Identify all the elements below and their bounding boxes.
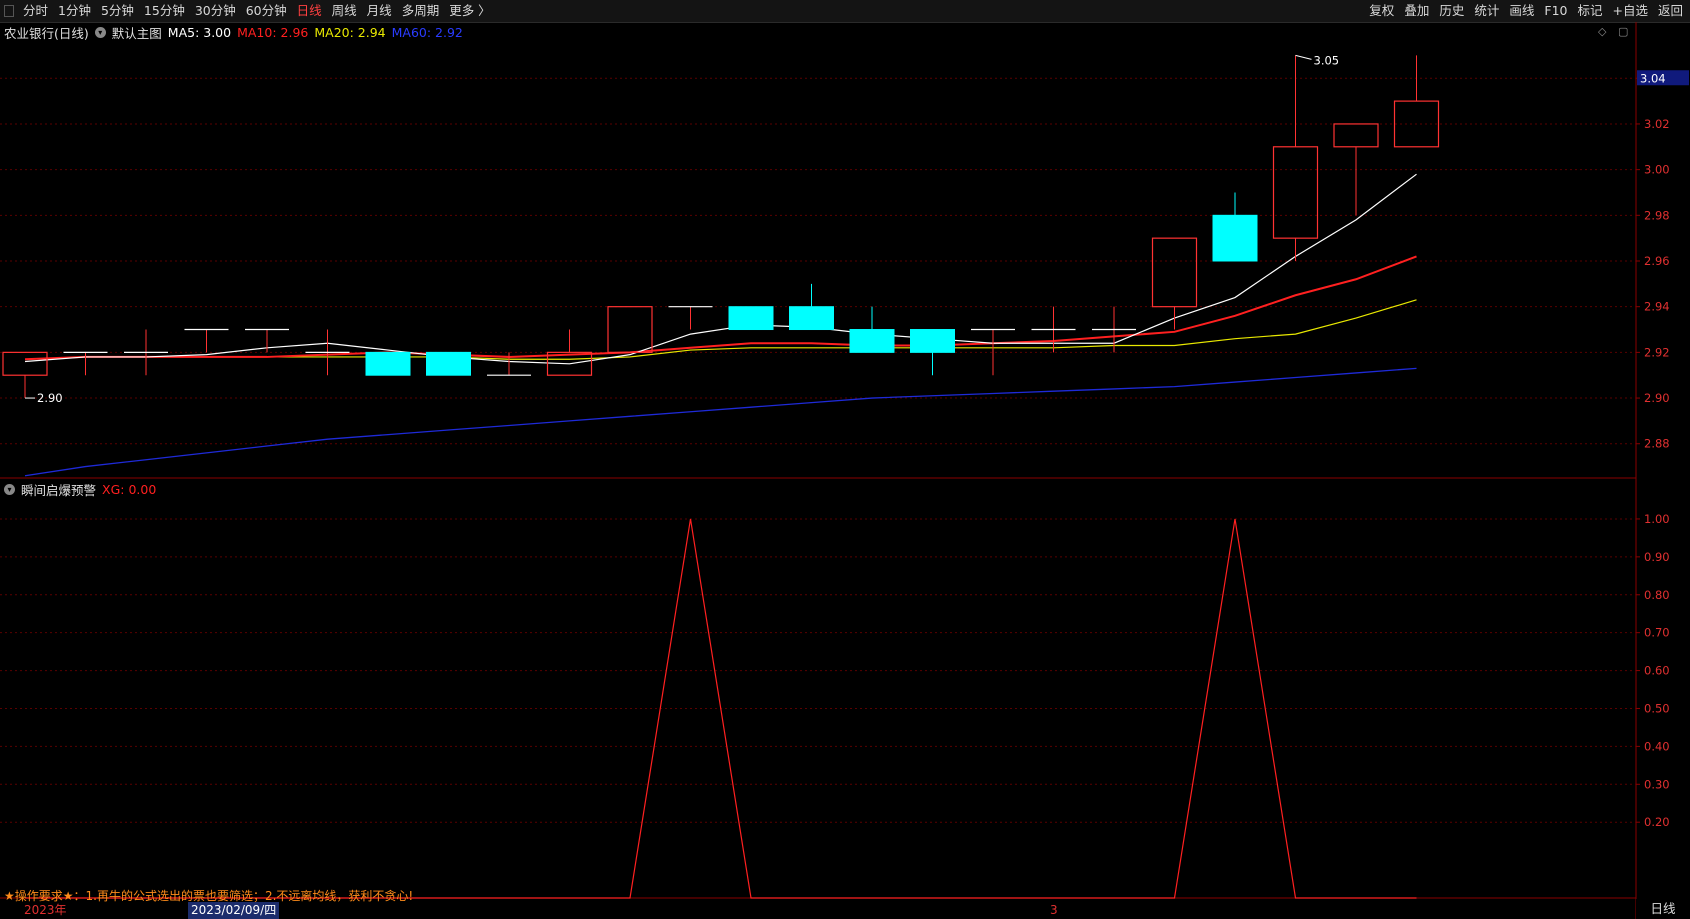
panel-controls: ◇ ▢ <box>1598 25 1628 38</box>
signal-tick-label: 0.50 <box>1644 701 1670 715</box>
signal-tick-label: 0.20 <box>1644 815 1670 829</box>
price-tick-label: 2.98 <box>1644 208 1670 222</box>
signal-line <box>25 518 1417 899</box>
price-tick-label: 2.88 <box>1644 437 1670 451</box>
date-month: 3 <box>1050 903 1058 917</box>
signal-tick-label: 0.40 <box>1644 739 1670 753</box>
stock-chart[interactable]: 3.04 3.02 3.00 2.98 2.96 2.94 2.92 2.90 2.88 1.00… <box>0 0 1690 919</box>
signal-tick-label: 0.70 <box>1644 626 1670 640</box>
price-tick-label: 2.94 <box>1644 300 1670 314</box>
indicator-name[interactable]: 瞬间启爆预警 <box>21 480 96 499</box>
signal-tick-label: 0.60 <box>1644 664 1670 678</box>
signal-tick-label: 1.00 <box>1644 512 1670 526</box>
ma5-line <box>24 173 1417 365</box>
signal-tick-label: 0.80 <box>1644 588 1670 602</box>
ma5-value: MA5: 3.00 <box>167 24 232 40</box>
price-tick-label: 2.92 <box>1644 345 1670 359</box>
ma60-line <box>24 367 1417 477</box>
candle-up <box>1272 146 1319 239</box>
candle-up <box>1333 123 1379 148</box>
indicator-dropdown-icon[interactable]: ▾ <box>4 483 15 495</box>
indicator-panel-header: ▾ 瞬间启爆预警 XG: 0.00 <box>4 480 162 498</box>
price-tick-label: 3.02 <box>1644 117 1670 131</box>
stock-title[interactable]: 农业银行(日线) <box>4 23 89 42</box>
ma60-value: MA60: 2.92 <box>391 24 463 40</box>
indicator-value: XG: 0.00 <box>102 481 157 497</box>
candle-down <box>789 306 834 331</box>
candle-up <box>1151 237 1198 308</box>
signal-tick-label: 0.30 <box>1644 777 1670 791</box>
high-price-label: 3.05 <box>1314 53 1340 67</box>
candle-down <box>426 351 471 376</box>
ma10-value: MA10: 2.96 <box>237 24 309 40</box>
window-icon[interactable]: ▢ <box>1618 25 1628 38</box>
candle-down <box>365 351 411 376</box>
price-tick-label: 2.96 <box>1644 254 1670 268</box>
date-axis: 2023年 2023/02/09/四 3 <box>0 902 1636 919</box>
ma10-line <box>24 255 1417 361</box>
candle-down <box>1212 214 1258 262</box>
price-tick-label: 2.90 <box>1644 391 1670 405</box>
diamond-icon[interactable]: ◇ <box>1598 25 1606 38</box>
signal-tick-label: 0.90 <box>1644 550 1670 564</box>
candle-down <box>910 329 955 353</box>
low-price-label: 2.90 <box>37 391 63 405</box>
date-year: 2023年 <box>24 903 67 917</box>
last-price-label: 3.04 <box>1640 71 1666 85</box>
candle-up <box>607 306 653 353</box>
main-panel-header: 农业银行(日线) ▾ 默认主图 MA5: 3.00 MA10: 2.96 MA2… <box>4 23 469 41</box>
candle-down <box>728 306 774 331</box>
candle-up <box>2 351 48 376</box>
period-label: 日线 <box>1636 899 1690 919</box>
ma20-value: MA20: 2.94 <box>314 24 386 40</box>
date-cursor: 2023/02/09/四 <box>188 902 280 919</box>
template-name[interactable]: 默认主图 <box>112 23 162 42</box>
candle-down <box>849 329 895 353</box>
template-dropdown-icon[interactable]: ▾ <box>94 26 106 38</box>
high-marker-line <box>1295 54 1312 60</box>
price-tick-label: 3.00 <box>1644 163 1670 177</box>
